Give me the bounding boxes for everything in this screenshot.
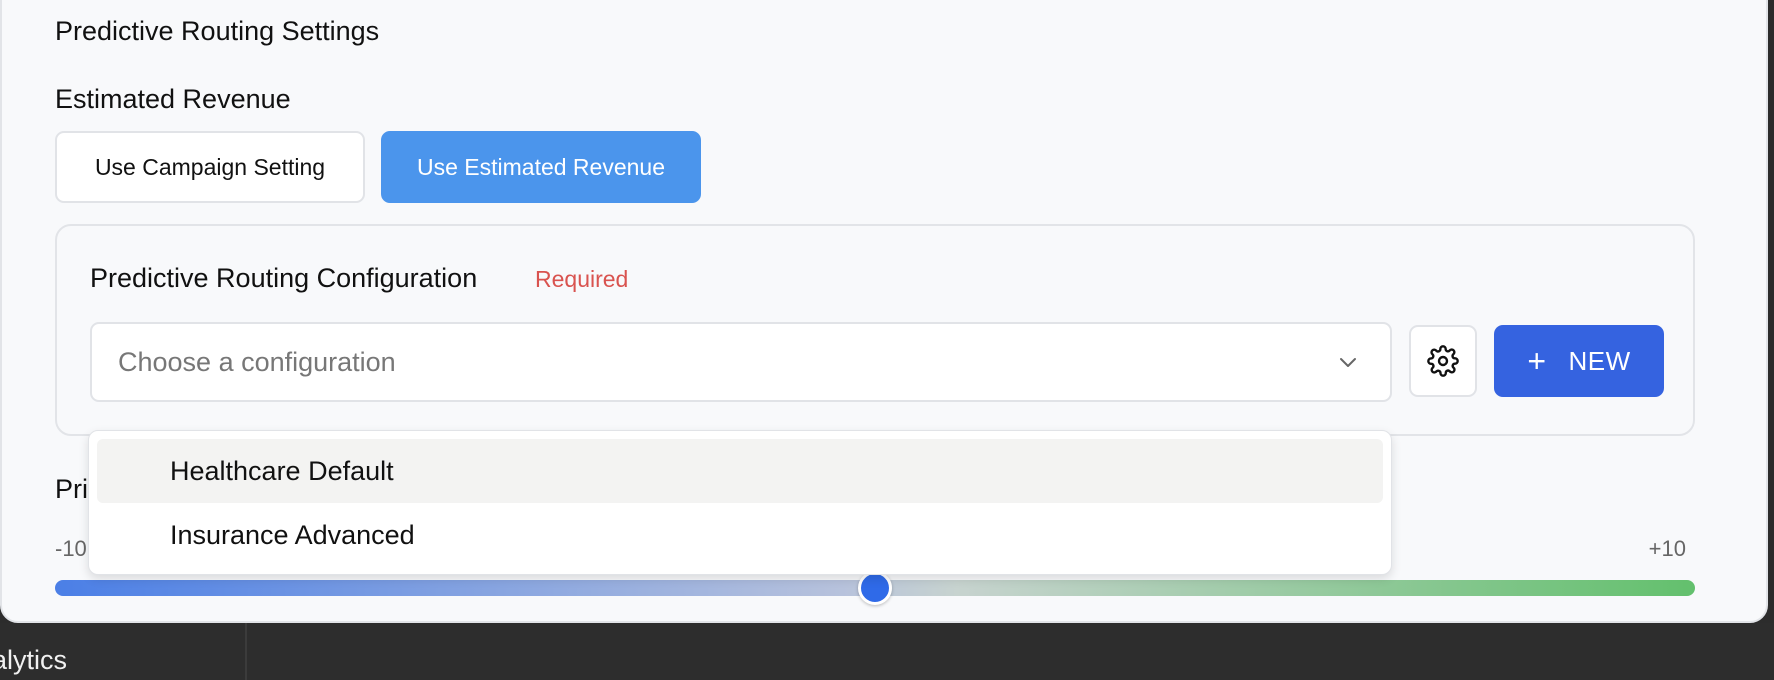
configuration-placeholder: Choose a configuration <box>118 347 396 377</box>
configuration-label: Predictive Routing Configuration <box>90 263 478 293</box>
configuration-settings-button[interactable] <box>1409 325 1477 397</box>
use-estimated-revenue-button[interactable]: Use Estimated Revenue <box>381 131 701 203</box>
routing-configuration-card: Predictive Routing Configuration Require… <box>55 224 1695 436</box>
slider-max-label: +10 <box>1648 536 1686 561</box>
bottom-divider <box>245 623 247 680</box>
section-title: Predictive Routing Settings <box>55 16 380 46</box>
use-campaign-setting-button[interactable]: Use Campaign Setting <box>55 131 365 203</box>
gear-icon <box>1427 345 1459 377</box>
configuration-dropdown-menu: Healthcare Default Insurance Advanced <box>88 430 1392 575</box>
chevron-down-icon <box>1340 358 1356 367</box>
bottom-taskbar: alytics <box>0 623 1774 680</box>
required-badge: Required <box>535 266 629 292</box>
configuration-option[interactable]: Insurance Advanced <box>97 503 1383 567</box>
priority-label: Pri <box>55 474 88 504</box>
slider-min-label: -10 <box>55 536 87 561</box>
configuration-select[interactable]: Choose a configuration <box>90 322 1392 402</box>
new-button-label: NEW <box>1568 345 1631 376</box>
configuration-option[interactable]: Healthcare Default <box>97 439 1383 503</box>
new-configuration-button[interactable]: + NEW <box>1494 325 1664 397</box>
bottom-analytics-label[interactable]: alytics <box>0 645 67 676</box>
estimated-revenue-title: Estimated Revenue <box>55 84 291 114</box>
priority-slider-thumb[interactable] <box>858 571 892 605</box>
plus-icon: + <box>1527 343 1547 379</box>
